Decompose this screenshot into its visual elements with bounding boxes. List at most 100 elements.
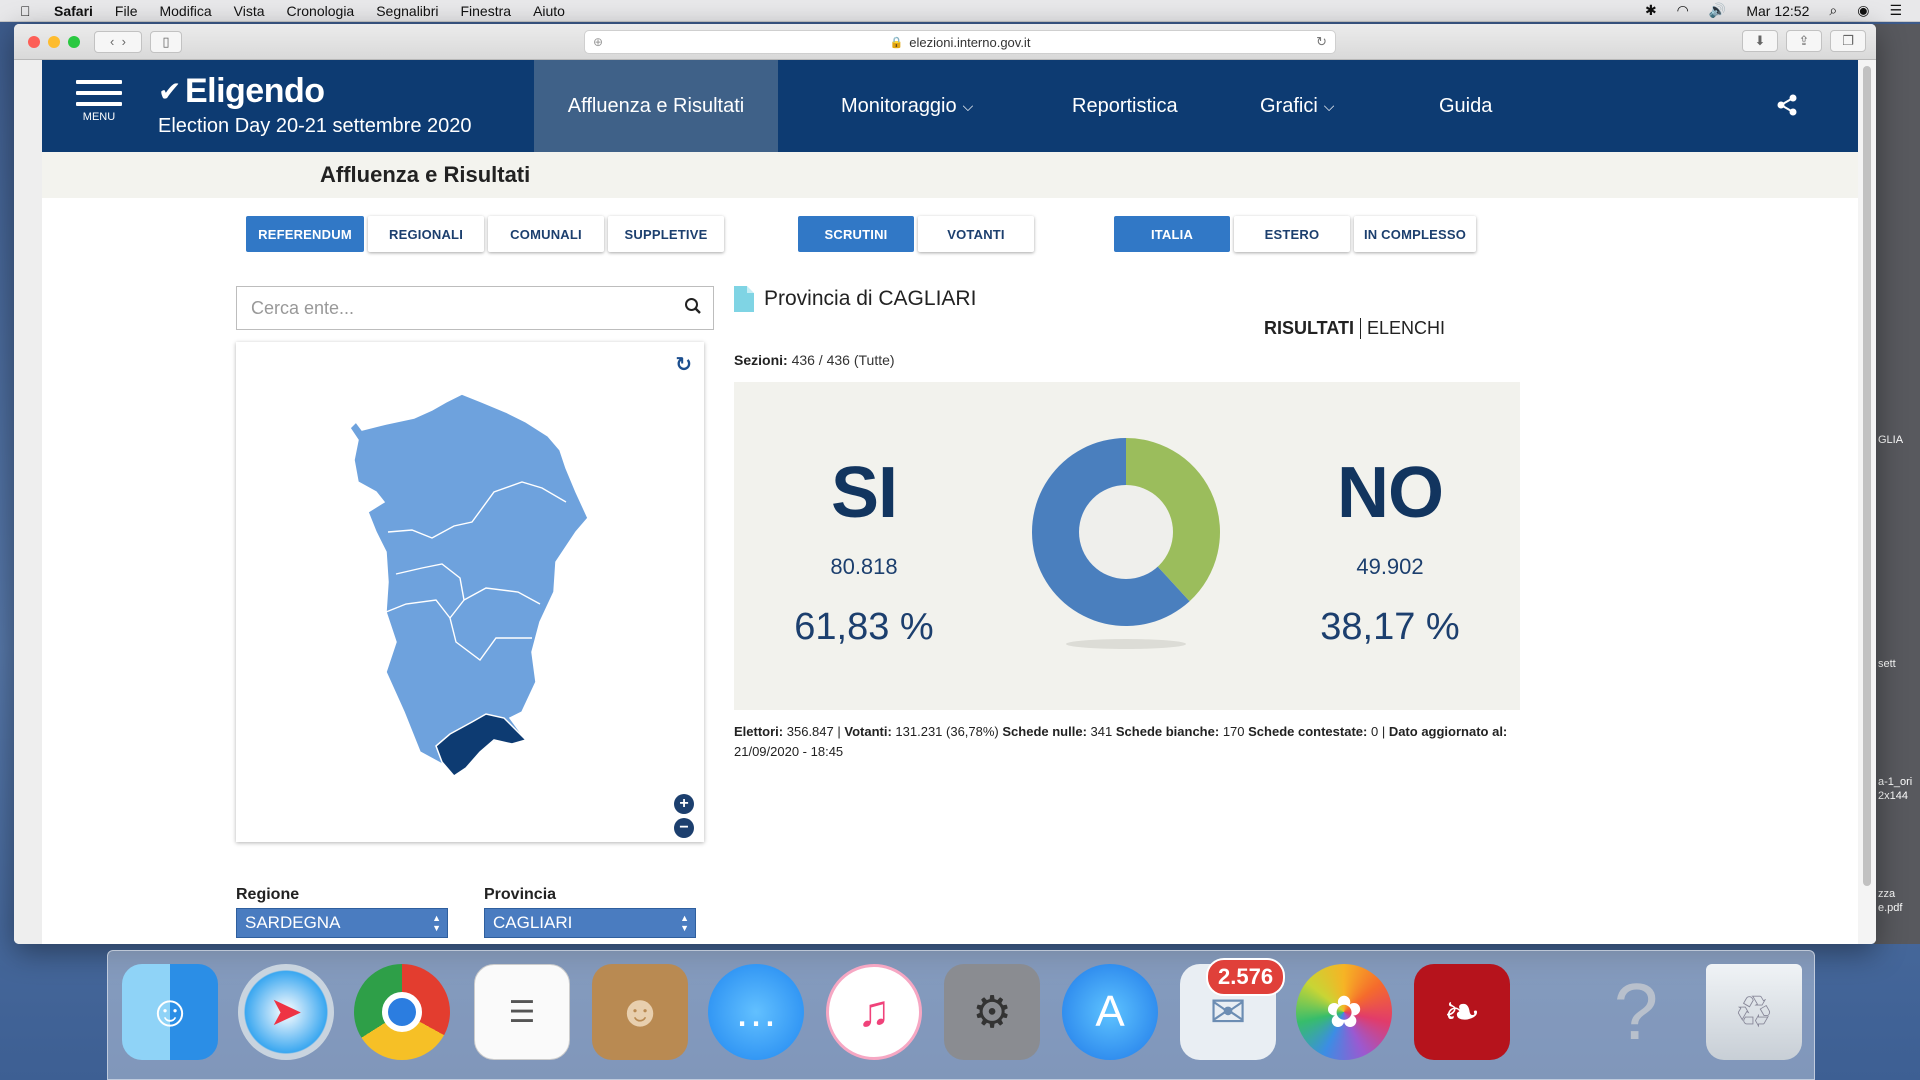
address-bar[interactable]: ⊕ 🔒 elezioni.interno.gov.it ↻ bbox=[584, 30, 1336, 54]
votanti-label: Votanti: bbox=[844, 724, 892, 739]
share-icon[interactable] bbox=[1776, 94, 1798, 122]
nav-monitoraggio[interactable]: Monitoraggio ⌵ bbox=[841, 60, 973, 152]
menu-label: MENU bbox=[82, 111, 116, 123]
menu-cronologia[interactable]: Cronologia bbox=[287, 3, 355, 19]
tab-votanti[interactable]: VOTANTI bbox=[918, 216, 1034, 252]
view-elenchi-link[interactable]: ELENCHI bbox=[1361, 318, 1445, 339]
provincia-select[interactable]: CAGLIARI ▲ ▼ bbox=[484, 908, 696, 938]
referendum-results-panel: SI 80.818 61,83 % NO 49.902 38,17 % bbox=[734, 382, 1520, 710]
volume-icon[interactable]: 🔊 bbox=[1709, 2, 1726, 19]
url-text[interactable]: elezioni.interno.gov.it bbox=[909, 35, 1030, 50]
no-percentage: 38,17 % bbox=[1320, 606, 1460, 648]
finder-icon[interactable]: ☺ bbox=[122, 964, 218, 1060]
spotlight-search-icon[interactable]: ⌕ bbox=[1829, 2, 1837, 19]
contacts-icon[interactable]: ☻ bbox=[592, 964, 688, 1060]
top-navigation: MENU ✔ Eligendo Election Day 20-21 settem… bbox=[42, 60, 1858, 152]
eligendo-logo[interactable]: ✔ Eligendo Election Day 20-21 settembre 2… bbox=[158, 72, 472, 138]
minimize-window-button[interactable] bbox=[48, 35, 60, 48]
safari-icon[interactable]: ➤ bbox=[238, 964, 334, 1060]
nav-reportistica[interactable]: Reportistica bbox=[1072, 60, 1178, 152]
menu-app-safari[interactable]: Safari bbox=[54, 3, 93, 19]
nav-affluenza-risultati[interactable]: Affluenza e Risultati bbox=[534, 60, 778, 152]
si-percentage: 61,83 % bbox=[794, 606, 934, 648]
nav-item-label: Monitoraggio bbox=[841, 94, 957, 117]
desktop-file-label: e.pdf bbox=[1878, 902, 1903, 914]
desktop-file-label: a-1_ori bbox=[1878, 776, 1913, 788]
window-left-edge bbox=[14, 60, 42, 944]
web-page: MENU ✔ Eligendo Election Day 20-21 settem… bbox=[42, 60, 1858, 944]
notification-center-icon[interactable]: ☰ bbox=[1889, 2, 1902, 19]
page-title: Affluenza e Risultati bbox=[320, 162, 531, 187]
region-map-panel: ↻ + − bbox=[236, 342, 704, 842]
tabs-overview-icon[interactable]: ❐ bbox=[1830, 30, 1866, 52]
tab-referendum[interactable]: REFERENDUM bbox=[246, 216, 364, 252]
aggiornato-label: Dato aggiornato al: bbox=[1388, 724, 1508, 739]
reminders-icon[interactable]: ☰ bbox=[474, 964, 570, 1060]
trash-icon[interactable]: ♲ bbox=[1706, 964, 1802, 1060]
tab-scrutini[interactable]: SCRUTINI bbox=[798, 216, 914, 252]
menu-file[interactable]: File bbox=[115, 3, 138, 19]
menu-vista[interactable]: Vista bbox=[234, 3, 265, 19]
wifi-icon[interactable]: ◠ bbox=[1677, 2, 1689, 19]
app-store-icon[interactable]: A bbox=[1062, 964, 1158, 1060]
menu-finestra[interactable]: Finestra bbox=[460, 3, 511, 19]
downloads-icon[interactable]: ⬇ bbox=[1742, 30, 1778, 52]
sezioni-label: Sezioni: bbox=[734, 352, 788, 368]
elettori-value: 356.847 bbox=[786, 724, 834, 739]
eligendo-check-icon: ✔ bbox=[158, 76, 181, 107]
back-forward-buttons[interactable]: ‹ › bbox=[94, 30, 142, 53]
chrome-icon[interactable] bbox=[354, 964, 450, 1060]
system-preferences-icon[interactable]: ⚙ bbox=[944, 964, 1040, 1060]
si-label: SI bbox=[830, 453, 898, 533]
election-subtitle: Election Day 20-21 settembre 2020 bbox=[158, 115, 472, 137]
desktop-file-label: 2x144 bbox=[1878, 790, 1908, 802]
tab-comunali[interactable]: COMUNALI bbox=[488, 216, 604, 252]
page-scrollbar[interactable] bbox=[1858, 60, 1876, 944]
result-si: SI 80.818 61,83 % bbox=[734, 382, 994, 649]
menu-modifica[interactable]: Modifica bbox=[159, 3, 211, 19]
regione-select[interactable]: SARDEGNA ▲ ▼ bbox=[236, 908, 448, 938]
scrollbar-thumb[interactable] bbox=[1863, 66, 1871, 886]
zoom-out-button[interactable]: − bbox=[674, 818, 694, 838]
document-icon bbox=[734, 286, 754, 312]
apple-menu-icon[interactable]:  bbox=[20, 3, 42, 19]
hamburger-menu-button[interactable]: MENU bbox=[76, 80, 122, 123]
share-page-icon[interactable]: ⇪ bbox=[1786, 30, 1822, 52]
fullscreen-window-button[interactable] bbox=[68, 35, 80, 48]
tab-regionali[interactable]: REGIONALI bbox=[368, 216, 484, 252]
schede-bianche-value: 170 bbox=[1222, 724, 1245, 739]
photos-icon[interactable]: ✿ bbox=[1296, 964, 1392, 1060]
tab-suppletive[interactable]: SUPPLETIVE bbox=[608, 216, 724, 252]
messages-icon[interactable]: … bbox=[708, 964, 804, 1060]
help-icon[interactable]: ? bbox=[1588, 964, 1684, 1060]
nav-grafici[interactable]: Grafici ⌵ bbox=[1260, 60, 1334, 152]
desktop-files-peek: GLIA sett a-1_ori 2x144 zza e.pdf bbox=[1874, 24, 1920, 944]
zoom-in-button[interactable]: + bbox=[674, 794, 694, 814]
chevron-down-icon: ⌵ bbox=[962, 97, 974, 114]
menu-segnalibri[interactable]: Segnalibri bbox=[376, 3, 438, 19]
page-subheader: Affluenza e Risultati bbox=[42, 152, 1858, 198]
reload-icon[interactable]: ↻ bbox=[1316, 34, 1327, 50]
schede-bianche-label: Schede bianche: bbox=[1115, 724, 1220, 739]
site-settings-icon[interactable]: ⊕ bbox=[593, 35, 603, 49]
search-input[interactable] bbox=[237, 288, 673, 328]
search-icon[interactable] bbox=[673, 297, 713, 320]
menubar-clock[interactable]: Mar 12:52 bbox=[1746, 3, 1809, 19]
sardinia-map[interactable] bbox=[236, 342, 704, 842]
macos-menubar:  Safari File Modifica Vista Cronologia … bbox=[0, 0, 1920, 22]
menu-aiuto[interactable]: Aiuto bbox=[533, 3, 565, 19]
bluetooth-icon[interactable]: ✱ bbox=[1645, 2, 1657, 19]
acrobat-icon[interactable]: ❧ bbox=[1414, 964, 1510, 1060]
sidebar-toggle-icon[interactable]: ▯ bbox=[150, 30, 182, 53]
schede-contestate-value: 0 bbox=[1370, 724, 1379, 739]
aggiornato-value: 21/09/2020 - 18:45 bbox=[734, 744, 844, 759]
tab-italia[interactable]: ITALIA bbox=[1114, 216, 1230, 252]
siri-icon[interactable]: ◉ bbox=[1857, 2, 1869, 19]
tab-estero[interactable]: ESTERO bbox=[1234, 216, 1350, 252]
itunes-icon[interactable]: ♫ bbox=[826, 964, 922, 1060]
view-risultati-link[interactable]: RISULTATI bbox=[1264, 318, 1361, 339]
tab-in-complesso[interactable]: IN COMPLESSO bbox=[1354, 216, 1476, 252]
nav-guida[interactable]: Guida bbox=[1439, 60, 1492, 152]
search-box bbox=[236, 286, 714, 330]
close-window-button[interactable] bbox=[28, 35, 40, 48]
